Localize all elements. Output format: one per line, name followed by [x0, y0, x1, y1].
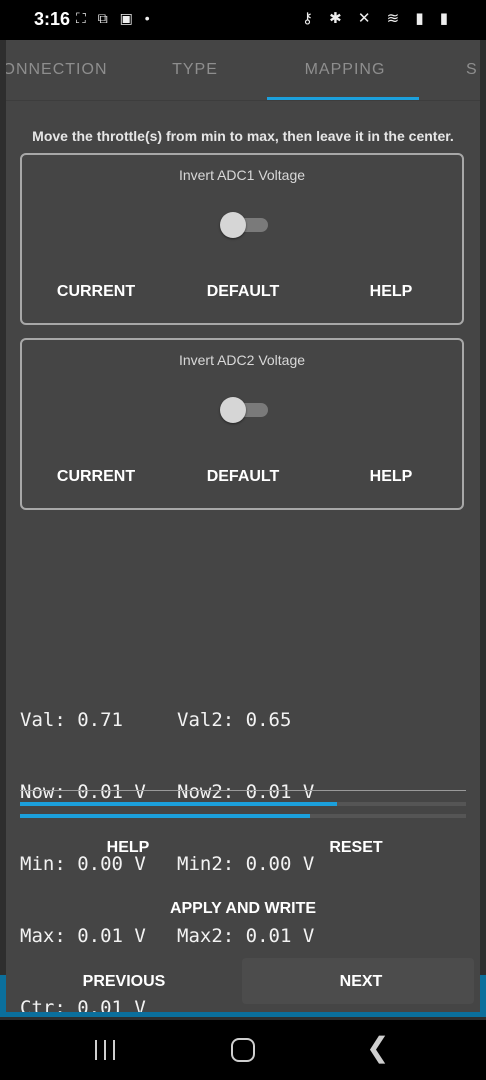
- navigation-bar: ❮: [0, 1020, 486, 1080]
- max-text: Max: 0.01 V: [20, 925, 146, 947]
- help-button[interactable]: HELP: [331, 468, 451, 486]
- invert-adc1-switch[interactable]: [220, 211, 270, 239]
- val-text: Val: 0.71: [20, 709, 123, 731]
- max2-text: Max2: 0.01 V: [177, 925, 315, 947]
- card-title: Invert ADC2 Voltage: [178, 352, 306, 368]
- wizard-tabs: ONNECTION TYPE MAPPING S: [6, 40, 480, 100]
- adc1-progress-fill: [20, 802, 337, 806]
- status-time: 3:16: [34, 9, 71, 29]
- current-button[interactable]: CURRENT: [36, 468, 156, 486]
- system-status-icons: ⚷ ✱ ✕ ≋ ▮ ▮: [301, 10, 454, 27]
- adc1-progress-bar: [20, 802, 466, 806]
- tab-type[interactable]: TYPE: [134, 40, 256, 98]
- help-button[interactable]: HELP: [331, 283, 451, 301]
- instruction-text: Move the throttle(s) from min to max, th…: [32, 128, 454, 144]
- home-icon[interactable]: [231, 1038, 255, 1062]
- default-button[interactable]: DEFAULT: [183, 468, 303, 486]
- switch-thumb: [220, 397, 246, 423]
- adc1-readout: Val: 0.71 Now: 0.01 V Min: 0.00 V Max: 0…: [20, 660, 146, 1012]
- now2-text: Now2: 0.01 V: [177, 781, 315, 803]
- default-button[interactable]: DEFAULT: [183, 283, 303, 301]
- readout-divider: [20, 790, 466, 791]
- apply-and-write-button[interactable]: APPLY AND WRITE: [118, 900, 368, 918]
- adc2-progress-bar: [20, 814, 466, 818]
- invert-adc2-switch[interactable]: [220, 396, 270, 424]
- recents-icon[interactable]: [95, 1040, 117, 1060]
- card-title: Invert ADC1 Voltage: [178, 167, 306, 183]
- adc2-progress-fill: [20, 814, 310, 818]
- switch-thumb: [220, 212, 246, 238]
- tab-next-partial[interactable]: S: [466, 40, 480, 98]
- previous-button[interactable]: PREVIOUS: [54, 973, 194, 991]
- ctr-text: Ctr: 0.01 V: [20, 997, 146, 1012]
- setup-wizard-dialog: ONNECTION TYPE MAPPING S Move the thrott…: [6, 40, 480, 1012]
- status-bar: 3:16 ⛶ ⧉ ▣ • ⚷ ✱ ✕ ≋ ▮ ▮: [0, 0, 486, 40]
- reset-button[interactable]: RESET: [296, 839, 416, 857]
- tab-connection[interactable]: ONNECTION: [6, 40, 110, 98]
- help-action-button[interactable]: HELP: [68, 839, 188, 857]
- back-icon[interactable]: ❮: [366, 1034, 389, 1062]
- tabs-divider: [6, 100, 480, 101]
- invert-adc1-card: Invert ADC1 Voltage CURRENT DEFAULT HELP: [20, 153, 464, 325]
- adc2-readout: Val2: 0.65 Now2: 0.01 V Min2: 0.00 V Max…: [177, 660, 314, 996]
- current-button[interactable]: CURRENT: [36, 283, 156, 301]
- next-button[interactable]: NEXT: [291, 973, 431, 991]
- min2-text: Min2: 0.00 V: [177, 853, 315, 875]
- tab-mapping[interactable]: MAPPING: [270, 40, 420, 98]
- now-text: Now: 0.01 V: [20, 781, 146, 803]
- notification-icons: ⛶ ⧉ ▣ •: [76, 10, 154, 26]
- val2-text: Val2: 0.65: [177, 709, 292, 731]
- invert-adc2-card: Invert ADC2 Voltage CURRENT DEFAULT HELP: [20, 338, 464, 510]
